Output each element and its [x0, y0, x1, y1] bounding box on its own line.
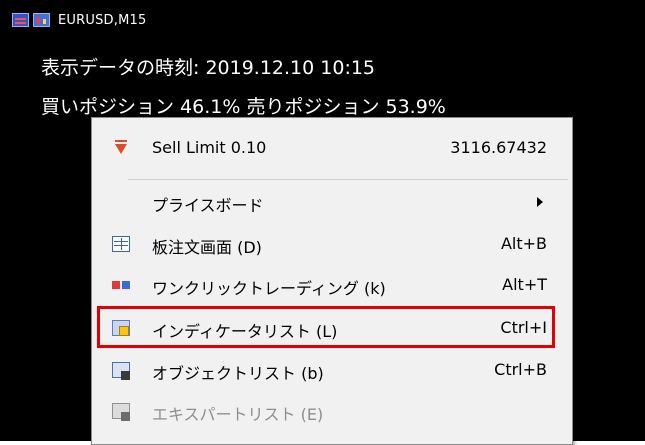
one-click-trading-icon — [112, 281, 130, 289]
menu-item-one-click-trading[interactable]: ワンクリックトレーディング (k) Alt+T — [92, 267, 570, 303]
menu-item-shortcut: Alt+T — [502, 275, 547, 294]
menu-item-sell-limit[interactable]: Sell Limit 0.10 3116.67432 — [92, 130, 570, 166]
chart-window-icon — [33, 13, 50, 27]
indicator-list-icon — [112, 320, 130, 336]
menu-item-label: エキスパートリスト (E) — [152, 405, 324, 424]
submenu-arrow-icon — [537, 197, 543, 207]
menu-item-price: 3116.67432 — [450, 138, 547, 157]
context-menu[interactable]: Sell Limit 0.10 3116.67432 プライスボード 板注文画面… — [91, 117, 573, 445]
menu-item-object-list[interactable]: オブジェクトリスト (b) Ctrl+B — [92, 352, 570, 388]
display-time-text: 表示データの時刻: 2019.12.10 10:15 — [41, 57, 376, 79]
menu-item-label: Sell Limit 0.10 — [152, 138, 267, 157]
position-ratio-text: 買いポジション 46.1% 売りポジション 53.9% — [41, 96, 446, 118]
bar-chart-icon — [12, 13, 29, 27]
menu-item-label: ワンクリックトレーディング (k) — [152, 279, 386, 298]
chart-symbol-label: EURUSD,M15 — [58, 12, 147, 28]
menu-item-label: 板注文画面 (D) — [152, 238, 262, 257]
depth-of-market-icon — [112, 236, 130, 252]
menu-item-price-board[interactable]: プライスボード — [92, 184, 570, 220]
sell-limit-icon — [112, 140, 130, 156]
menu-item-label: インディケータリスト (L) — [152, 322, 338, 341]
menu-item-label: オブジェクトリスト (b) — [152, 364, 324, 383]
chart-title-bar: EURUSD,M15 — [12, 5, 146, 35]
menu-item-expert-list[interactable]: エキスパートリスト (E) — [92, 393, 570, 429]
menu-item-indicator-list[interactable]: インディケータリスト (L) Ctrl+I — [92, 310, 570, 346]
menu-item-label: プライスボード — [152, 196, 264, 215]
expert-list-icon — [112, 403, 130, 421]
menu-item-shortcut: Alt+B — [500, 234, 547, 253]
object-list-icon — [112, 362, 130, 380]
chart-border — [640, 0, 645, 441]
menu-separator — [128, 179, 568, 180]
menu-item-shortcut: Ctrl+B — [494, 360, 547, 379]
menu-item-depth-of-market[interactable]: 板注文画面 (D) Alt+B — [92, 226, 570, 262]
menu-item-shortcut: Ctrl+I — [500, 318, 547, 337]
